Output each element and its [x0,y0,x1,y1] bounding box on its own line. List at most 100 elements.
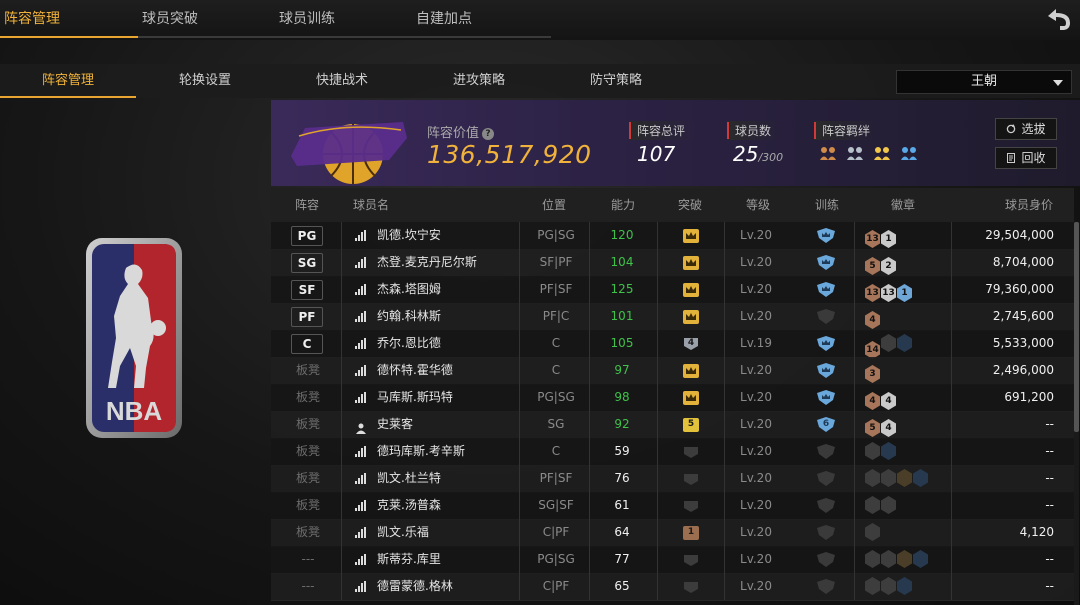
breakthrough-num-icon[interactable]: 4 [683,336,699,350]
breakthrough-bronze-icon[interactable]: 1 [683,525,699,540]
breakthrough-crown-icon[interactable] [683,363,699,378]
tab-player-training[interactable]: 球员训练 [275,0,414,38]
player-name[interactable]: 杰登.麦克丹尼尔斯 [377,249,477,276]
training-blue-icon[interactable] [816,363,836,378]
table-row[interactable]: PG 凯德.坎宁安 PG|SG 120 Lv.20 13 1 29,504,000 [271,222,1074,250]
badge-list[interactable] [865,469,929,488]
subtab-lineup-management[interactable]: 阵容管理 [0,64,136,98]
table-row[interactable]: 板凳 史莱客 SG 92 5 Lv.20 6 5 4 -- [271,411,1074,439]
player-name[interactable]: 史莱客 [377,411,413,438]
bond-silver-icon[interactable] [846,144,864,162]
player-name[interactable]: 德怀特.霍华德 [377,357,453,384]
table-row[interactable]: 板凳 马库斯.斯玛特 PG|SG 98 Lv.20 4 4 691,200 [271,384,1074,412]
training-grey-icon[interactable] [816,309,836,324]
player-name[interactable]: 凯文.杜兰特 [377,465,441,492]
subtab-rotation[interactable]: 轮换设置 [137,64,273,98]
lineup-slot-badge[interactable]: SF [291,280,323,300]
table-row[interactable]: SF 杰森.塔图姆 PF|SF 125 Lv.20 13 13 1 79,360,000 [271,276,1074,304]
badge-list[interactable]: 13 1 [865,226,897,248]
badge-list[interactable] [865,523,881,542]
badge-list[interactable]: 44 [865,388,897,410]
player-name[interactable]: 斯蒂芬.库里 [377,546,441,573]
lineup-slot[interactable]: 板凳 [285,438,331,465]
tab-lineup-management[interactable]: 阵容管理 [0,0,140,38]
table-row[interactable]: 板凳 德怀特.霍华德 C 97 Lv.20 3 2,496,000 [271,357,1074,385]
breakthrough-empty-icon[interactable] [683,444,699,458]
breakthrough-gold-icon[interactable]: 5 [683,417,699,432]
table-row[interactable]: C 乔尔.恩比德 C 105 4 Lv.19 14 5,533,000 [271,330,1074,359]
lineup-slot[interactable]: 板凳 [285,519,331,546]
lineup-slot[interactable]: --- [285,573,331,600]
training-grey-icon[interactable] [816,525,836,540]
bond-orange-icon[interactable] [819,144,837,162]
player-name[interactable]: 德雷蒙德.格林 [377,573,453,600]
table-row[interactable]: 板凳 克莱.汤普森 SG|SF 61 Lv.20 -- [271,492,1074,520]
breakthrough-crown-icon[interactable] [683,309,699,324]
lineup-slot-badge[interactable]: PF [291,307,323,327]
breakthrough-crown-icon[interactable] [683,282,699,297]
badge-list[interactable]: 3 [865,361,881,383]
back-icon[interactable] [1040,4,1074,34]
lineup-slot[interactable]: 板凳 [285,411,331,438]
player-name[interactable]: 凯文.乐福 [377,519,429,546]
tab-player-breakthrough[interactable]: 球员突破 [138,0,277,38]
player-name[interactable]: 约翰.科林斯 [377,303,441,330]
table-row[interactable]: SG 杰登.麦克丹尼尔斯 SF|PF 104 Lv.20 5 2 8,704,000 [271,249,1074,277]
table-row[interactable]: --- 德雷蒙德.格林 C|PF 65 Lv.20 -- [271,573,1074,601]
table-row[interactable]: 板凳 凯文.乐福 C|PF 64 1 Lv.20 4,120 [271,519,1074,547]
training-grey-icon[interactable] [816,444,836,459]
lineup-slot[interactable]: 板凳 [285,492,331,519]
scrollbar-thumb[interactable] [1074,222,1079,432]
team-dropdown[interactable]: 王朝 [896,70,1072,94]
breakthrough-empty-icon[interactable] [683,552,699,566]
subtab-quick-tactics[interactable]: 快捷战术 [274,64,410,98]
player-name[interactable]: 杰森.塔图姆 [377,276,441,303]
player-name[interactable]: 凯德.坎宁安 [377,222,441,249]
table-row[interactable]: PF 约翰.科林斯 PF|C 101 Lv.20 4 2,745,600 [271,303,1074,331]
scrollbar[interactable] [1074,222,1079,605]
table-row[interactable]: 板凳 凯文.杜兰特 PF|SF 76 Lv.20 -- [271,465,1074,493]
lineup-slot[interactable]: --- [285,546,331,573]
player-name[interactable]: 乔尔.恩比德 [377,330,441,357]
player-name[interactable]: 马库斯.斯玛特 [377,384,453,411]
lineup-slot-badge[interactable]: PG [291,226,323,246]
badge-list[interactable] [865,496,897,515]
training-grey-icon[interactable] [816,498,836,513]
select-button[interactable]: 选拔 [995,118,1057,140]
tab-custom-attributes[interactable]: 自建加点 [412,0,551,38]
breakthrough-crown-icon[interactable] [683,228,699,243]
lineup-slot[interactable]: 板凳 [285,465,331,492]
badge-list[interactable]: 54 [865,415,897,437]
badge-list[interactable]: 4 [865,307,881,329]
badge-list[interactable] [865,550,929,569]
lineup-slot-badge[interactable]: SG [291,253,323,273]
breakthrough-crown-icon[interactable] [683,255,699,270]
subtab-offense-strategy[interactable]: 进攻策略 [411,64,547,98]
training-grey-icon[interactable] [816,579,836,594]
breakthrough-empty-icon[interactable] [683,498,699,512]
help-icon[interactable]: ? [482,127,495,140]
badge-list[interactable]: 13 13 1 [865,280,913,302]
recycle-button[interactable]: 回收 [995,147,1057,169]
player-name[interactable]: 德玛库斯.考辛斯 [377,438,465,465]
lineup-slot[interactable]: 板凳 [285,357,331,384]
badge-list[interactable] [865,577,913,596]
training-grey-icon[interactable] [816,552,836,567]
breakthrough-crown-icon[interactable] [683,390,699,405]
table-row[interactable]: --- 斯蒂芬.库里 PG|SG 77 Lv.20 -- [271,546,1074,574]
badge-list[interactable]: 52 [865,253,897,275]
table-row[interactable]: 板凳 德玛库斯.考辛斯 C 59 Lv.20 -- [271,438,1074,466]
bond-gold-icon[interactable] [873,144,891,162]
training-grey-icon[interactable] [816,471,836,486]
training-blue-icon[interactable] [816,336,836,351]
training-blue-icon[interactable] [816,228,836,243]
training-blue6-icon[interactable]: 6 [816,417,836,432]
breakthrough-empty-icon[interactable] [683,579,699,593]
lineup-slot[interactable]: 板凳 [285,384,331,411]
lineup-slot-badge[interactable]: C [291,334,323,354]
badge-list[interactable]: 14 [865,334,913,359]
bond-blue-icon[interactable] [900,144,918,162]
subtab-defense-strategy[interactable]: 防守策略 [548,64,684,98]
badge-list[interactable] [865,442,897,461]
player-name[interactable]: 克莱.汤普森 [377,492,441,519]
